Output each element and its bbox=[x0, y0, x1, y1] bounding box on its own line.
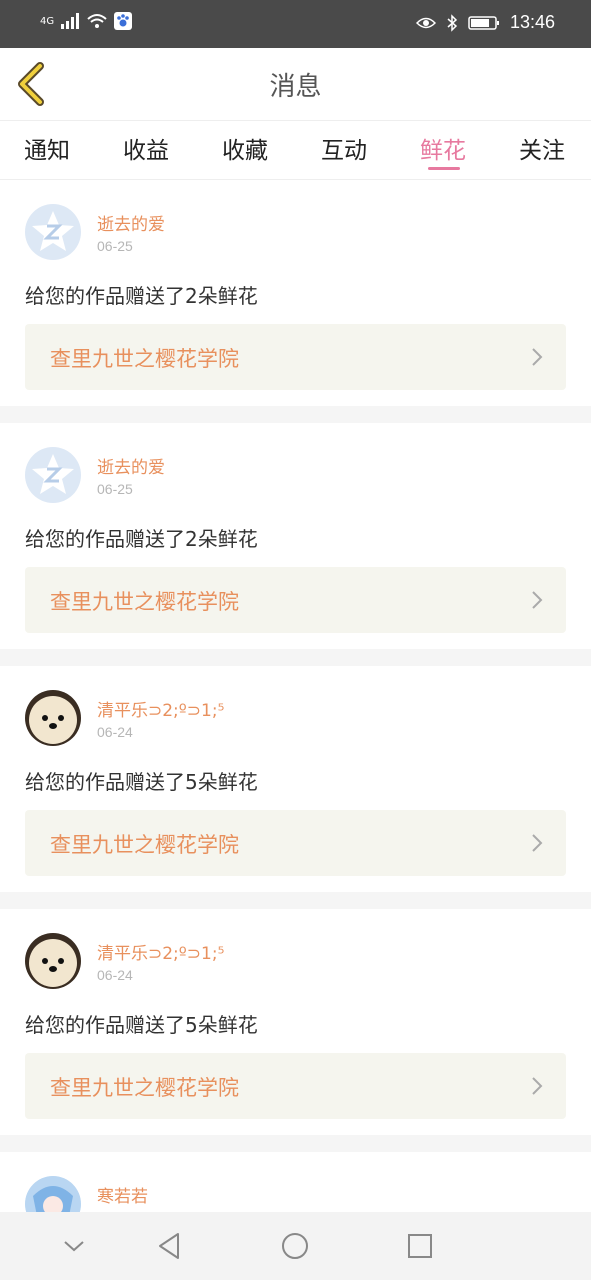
message-card: 寒若若 bbox=[0, 1152, 591, 1232]
sender-name[interactable]: 寒若若 bbox=[97, 1182, 148, 1207]
sender-name[interactable]: 清平乐⊃2;º⊃1;⁵ bbox=[97, 696, 224, 721]
sender-name[interactable]: 清平乐⊃2;º⊃1;⁵ bbox=[97, 939, 224, 964]
message-text: 给您的作品赠送了2朵鲜花 bbox=[25, 284, 258, 308]
message-date: 06-24 bbox=[97, 967, 133, 983]
recents-nav-icon[interactable] bbox=[404, 1230, 436, 1262]
chevron-down-icon[interactable] bbox=[58, 1230, 90, 1262]
home-nav-icon[interactable] bbox=[279, 1230, 311, 1262]
work-link[interactable]: 查里九世之樱花学院 bbox=[25, 1053, 566, 1119]
system-nav-bar bbox=[0, 1212, 591, 1280]
bluetooth-icon bbox=[447, 13, 458, 32]
work-title: 查里九世之樱花学院 bbox=[50, 833, 239, 857]
message-text: 给您的作品赠送了2朵鲜花 bbox=[25, 527, 258, 551]
battery-icon bbox=[468, 15, 499, 30]
page-title: 消息 bbox=[269, 72, 322, 102]
active-tab-indicator bbox=[428, 167, 460, 170]
sender-name[interactable]: 逝去的爱 bbox=[97, 453, 165, 478]
work-link[interactable]: 查里九世之樱花学院 bbox=[25, 810, 566, 876]
work-title: 查里九世之樱花学院 bbox=[50, 590, 239, 614]
work-link[interactable]: 查里九世之樱花学院 bbox=[25, 567, 566, 633]
tab-flowers[interactable]: 鲜花 bbox=[420, 131, 466, 165]
paw-app-icon bbox=[114, 12, 133, 30]
tab-following[interactable]: 关注 bbox=[519, 131, 565, 165]
message-text: 给您的作品赠送了5朵鲜花 bbox=[25, 770, 258, 794]
work-title: 查里九世之樱花学院 bbox=[50, 347, 239, 371]
dog-avatar[interactable] bbox=[25, 933, 81, 989]
star-icon[interactable] bbox=[25, 204, 81, 260]
tab-notifications[interactable]: 通知 bbox=[24, 131, 70, 165]
chevron-right-icon bbox=[532, 348, 543, 366]
chevron-right-icon bbox=[532, 834, 543, 852]
tab-interactions[interactable]: 互动 bbox=[321, 131, 367, 165]
message-date: 06-25 bbox=[97, 238, 133, 254]
network-label: 4G bbox=[40, 15, 55, 27]
back-nav-icon[interactable] bbox=[154, 1230, 186, 1262]
header: 消息 bbox=[0, 48, 591, 121]
eye-icon bbox=[415, 17, 436, 28]
tab-favorites[interactable]: 收藏 bbox=[222, 131, 268, 165]
message-date: 06-25 bbox=[97, 481, 133, 497]
message-date: 06-24 bbox=[97, 724, 133, 740]
tab-earnings[interactable]: 收益 bbox=[123, 131, 169, 165]
wifi-icon bbox=[87, 14, 107, 28]
signal-icon bbox=[61, 13, 80, 29]
message-card: 清平乐⊃2;º⊃1;⁵ 06-24 给您的作品赠送了5朵鲜花 查里九世之樱花学院 bbox=[0, 666, 591, 892]
sender-name[interactable]: 逝去的爱 bbox=[97, 210, 165, 235]
message-card: 清平乐⊃2;º⊃1;⁵ 06-24 给您的作品赠送了5朵鲜花 查里九世之樱花学院 bbox=[0, 909, 591, 1135]
work-title: 查里九世之樱花学院 bbox=[50, 1076, 239, 1100]
chevron-right-icon bbox=[532, 591, 543, 609]
chevron-right-icon bbox=[532, 1077, 543, 1095]
message-text: 给您的作品赠送了5朵鲜花 bbox=[25, 1013, 258, 1037]
clock: 13:46 bbox=[509, 12, 555, 32]
message-card: 逝去的爱 06-25 给您的作品赠送了2朵鲜花 查里九世之樱花学院 bbox=[0, 180, 591, 406]
star-icon[interactable] bbox=[25, 447, 81, 503]
work-link[interactable]: 查里九世之樱花学院 bbox=[25, 324, 566, 390]
dog-avatar[interactable] bbox=[25, 690, 81, 746]
tab-bar: 通知 收益 收藏 互动 鲜花 关注 bbox=[0, 121, 591, 180]
status-bar: 4G 13:46 bbox=[0, 0, 591, 48]
message-card: 逝去的爱 06-25 给您的作品赠送了2朵鲜花 查里九世之樱花学院 bbox=[0, 423, 591, 649]
